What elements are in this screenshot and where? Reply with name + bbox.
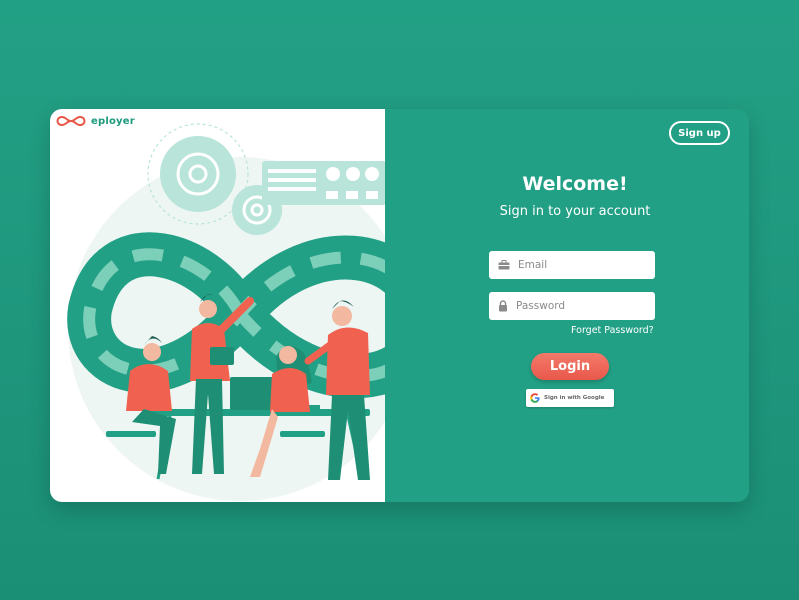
team-infinity-illustration [67, 123, 385, 501]
password-field[interactable] [516, 300, 646, 312]
infinity-logo-icon [56, 115, 86, 127]
illustration-panel: eployer [50, 109, 385, 502]
login-card: eployer Sign up Welcome! Sign in to your… [50, 109, 749, 502]
email-field[interactable] [518, 259, 648, 271]
email-field-container[interactable] [489, 251, 655, 279]
welcome-subtitle: Sign in to your account [499, 204, 651, 219]
forgot-password-link[interactable]: Forget Password? [571, 325, 654, 336]
lock-icon [499, 300, 507, 312]
google-signin-button[interactable]: Sign in with Google [526, 389, 614, 407]
welcome-title: Welcome! [522, 173, 628, 195]
login-panel: Sign up Welcome! Sign in to your account… [385, 109, 749, 502]
password-field-container[interactable] [489, 292, 655, 320]
briefcase-icon [498, 260, 510, 270]
google-icon [530, 393, 540, 403]
login-button[interactable]: Login [531, 353, 609, 380]
brand-name: eployer [91, 115, 135, 127]
google-signin-label: Sign in with Google [544, 395, 605, 401]
signup-button[interactable]: Sign up [669, 121, 730, 145]
brand-logo[interactable]: eployer [54, 114, 135, 128]
